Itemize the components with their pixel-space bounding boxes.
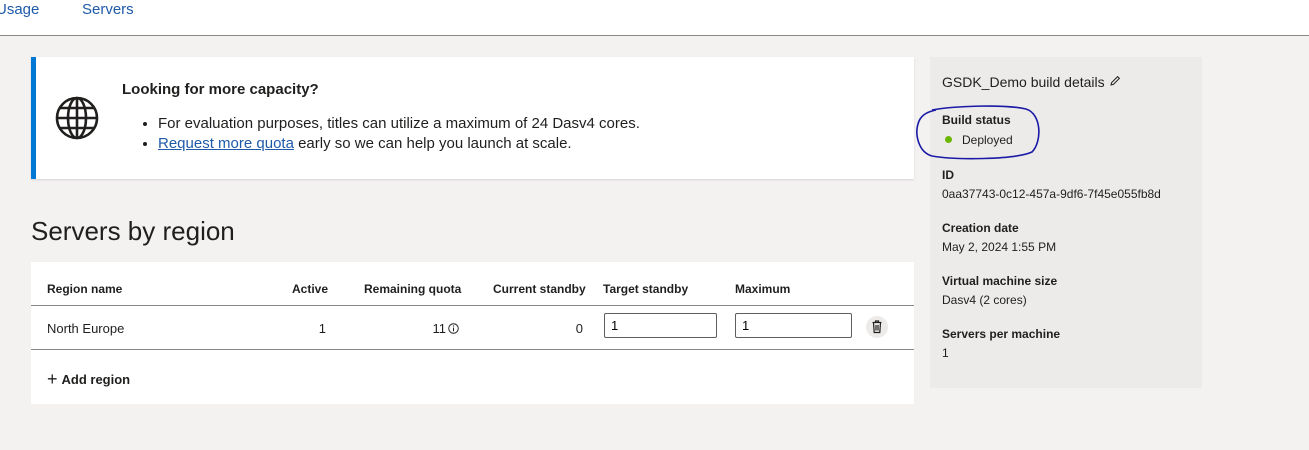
delete-region-button[interactable] — [866, 316, 888, 338]
add-region-label: Add region — [61, 372, 131, 387]
header-current-standby: Current standby — [493, 282, 586, 296]
banner-bullet-evaluation: For evaluation purposes, titles can util… — [158, 114, 640, 134]
build-status-value: Deployed — [945, 133, 1013, 147]
row-divider — [31, 349, 914, 350]
banner-accent-bar — [31, 57, 36, 179]
details-title-text: GSDK_Demo build details — [942, 74, 1105, 90]
section-title: Servers by region — [31, 216, 235, 246]
cell-remaining-quota: 11 — [396, 321, 459, 336]
header-region-name: Region name — [47, 282, 123, 296]
header-maximum: Maximum — [735, 282, 791, 296]
id-value: 0aa37743-0c12-457a-9df6-7f45e055fb8d — [942, 187, 1161, 201]
creation-date-label: Creation date — [942, 221, 1019, 235]
status-dot-icon — [945, 136, 952, 143]
info-icon[interactable] — [448, 323, 459, 334]
add-region-button[interactable]: + Add region — [47, 368, 130, 389]
header-active: Active — [292, 282, 329, 296]
pencil-icon[interactable] — [1109, 75, 1121, 87]
plus-icon: + — [47, 369, 58, 389]
vm-size-value: Dasv4 (2 cores) — [942, 293, 1027, 307]
cell-current-standby: 0 — [575, 321, 583, 336]
build-details-panel: GSDK_Demo build details Build status Dep… — [930, 57, 1202, 388]
globe-icon — [55, 96, 99, 140]
header-target-standby: Target standby — [603, 282, 689, 296]
top-nav: Usage Servers — [0, 0, 1309, 36]
creation-date-value: May 2, 2024 1:55 PM — [942, 240, 1057, 254]
banner-bullet-quota-text: early so we can help you launch at scale… — [293, 135, 572, 152]
servers-per-machine-value: 1 — [942, 346, 949, 360]
servers-table: Region name Active Remaining quota Curre… — [31, 262, 914, 404]
build-status-text: Deployed — [962, 133, 1013, 147]
cell-region-name: North Europe — [47, 321, 125, 336]
banner-bullet-list: For evaluation purposes, titles can util… — [122, 114, 640, 154]
request-quota-link[interactable]: Request more quota — [158, 135, 294, 152]
header-divider — [31, 305, 914, 306]
tab-usage[interactable]: Usage — [0, 1, 39, 18]
id-label: ID — [942, 168, 954, 182]
banner-bullet-quota: Request more quota early so we can help … — [158, 134, 640, 154]
build-status-label: Build status — [942, 113, 1011, 127]
header-remaining-quota: Remaining quota — [364, 282, 462, 296]
trash-icon — [872, 320, 882, 334]
capacity-banner: Looking for more capacity? For evaluatio… — [31, 57, 914, 179]
details-title: GSDK_Demo build details — [942, 74, 1121, 90]
maximum-input[interactable] — [735, 313, 852, 338]
servers-per-machine-label: Servers per machine — [942, 327, 1061, 341]
cell-active: 1 — [318, 321, 326, 336]
banner-title: Looking for more capacity? — [122, 81, 319, 98]
tab-servers[interactable]: Servers — [82, 1, 134, 18]
vm-size-label: Virtual machine size — [942, 274, 1058, 288]
cell-remaining-quota-value: 11 — [432, 321, 447, 336]
target-standby-input[interactable] — [604, 313, 717, 338]
